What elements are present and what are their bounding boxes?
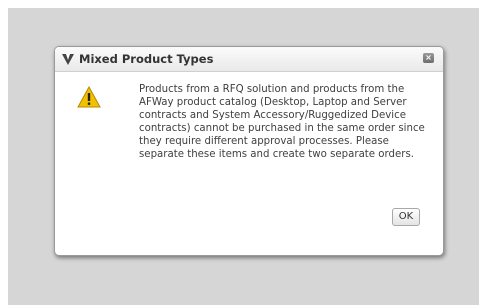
dialog-titlebar: Mixed Product Types × <box>55 47 443 72</box>
warning-icon <box>77 86 101 108</box>
afway-logo-icon <box>62 54 74 65</box>
dialog-title: Mixed Product Types <box>79 52 214 66</box>
ok-button[interactable]: OK <box>392 208 420 226</box>
close-icon[interactable]: × <box>423 53 434 63</box>
dialog-message: Products from a RFQ solution and product… <box>139 84 425 160</box>
mixed-product-types-dialog: Mixed Product Types × Products from a RF… <box>54 46 444 256</box>
